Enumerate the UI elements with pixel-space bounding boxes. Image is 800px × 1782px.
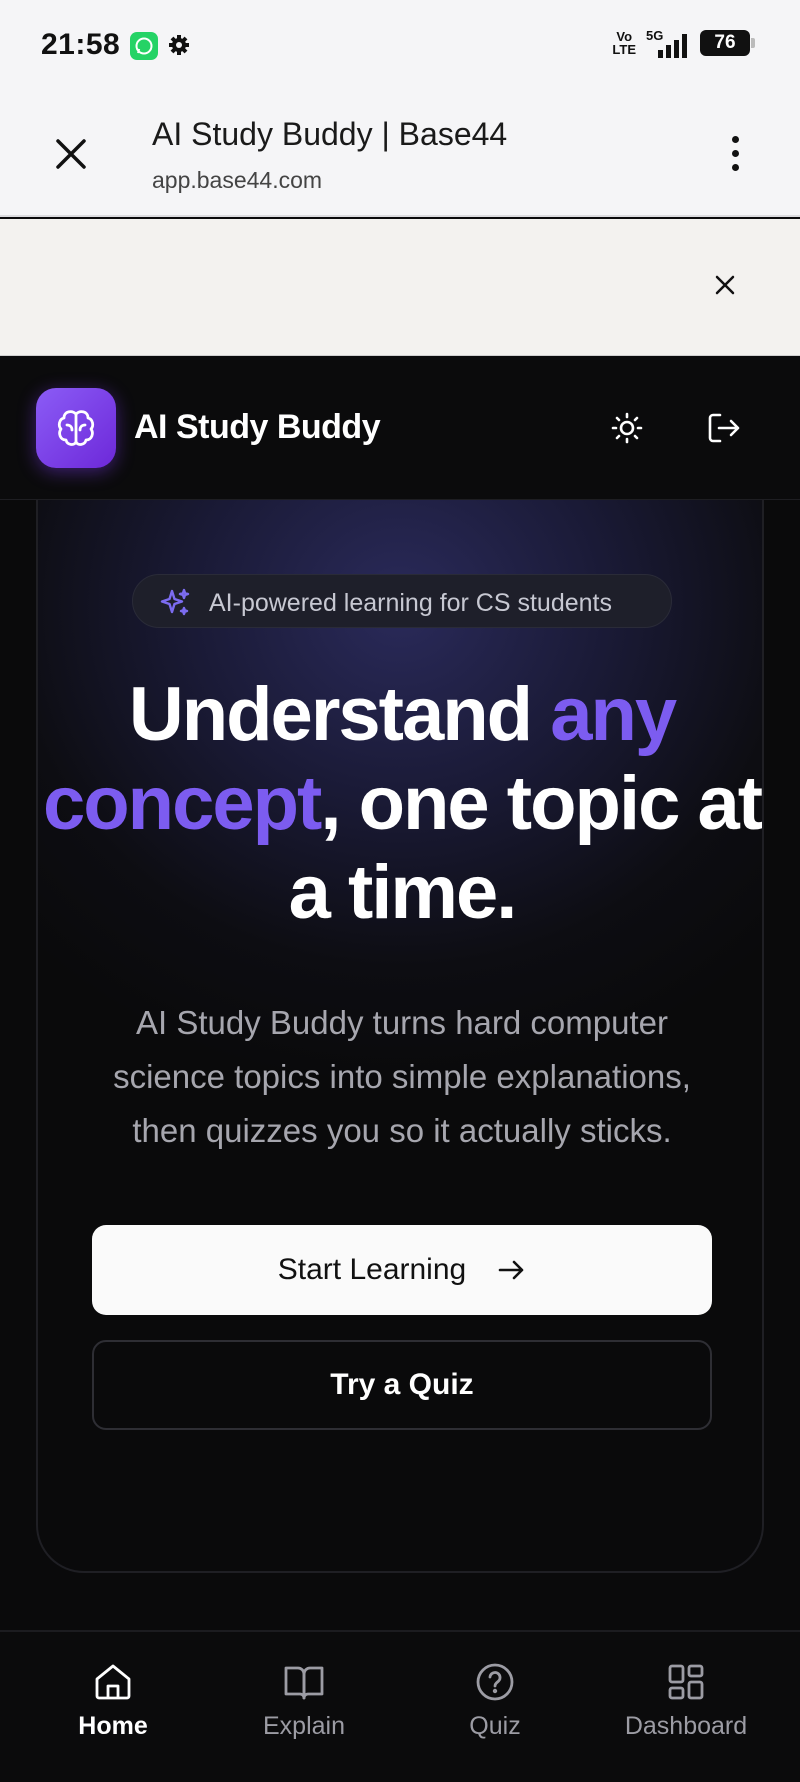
grid-icon bbox=[668, 1664, 704, 1700]
home-icon bbox=[95, 1664, 131, 1700]
bottom-nav: Home Explain Quiz Dashboard bbox=[0, 1630, 800, 1782]
close-tab-icon[interactable] bbox=[52, 135, 90, 173]
badge-text: AI-powered learning for CS students bbox=[209, 589, 612, 617]
browser-page-title: AI Study Buddy | Base44 bbox=[152, 116, 508, 152]
settings-gear-icon bbox=[167, 33, 191, 62]
start-learning-label: Start Learning bbox=[277, 1253, 467, 1286]
sun-icon[interactable] bbox=[605, 406, 649, 450]
more-options-icon[interactable] bbox=[730, 136, 740, 176]
nav-label-quiz: Quiz bbox=[469, 1712, 521, 1740]
hero-card: AI-powered learning for CS students Unde… bbox=[36, 500, 764, 1573]
help-circle-icon bbox=[476, 1663, 514, 1701]
logout-icon[interactable] bbox=[702, 406, 746, 450]
try-quiz-label: Try a Quiz bbox=[330, 1368, 474, 1401]
book-icon bbox=[284, 1666, 324, 1700]
battery-icon: 76 bbox=[700, 30, 755, 56]
feature-badge: AI-powered learning for CS students bbox=[132, 574, 672, 628]
try-quiz-button[interactable]: Try a Quiz bbox=[92, 1340, 712, 1430]
nav-label-home: Home bbox=[78, 1712, 148, 1740]
volte-indicator: Vo LTE bbox=[612, 29, 636, 57]
nav-label-explain: Explain bbox=[263, 1712, 345, 1740]
status-bar: 21:58 Vo LTE 5G 76 bbox=[0, 0, 800, 92]
browser-toolbar: AI Study Buddy | Base44 app.base44.com bbox=[0, 92, 800, 217]
nav-item-explain[interactable]: Explain bbox=[214, 1660, 394, 1741]
headline-part-2: , one topic at a time. bbox=[288, 761, 762, 935]
arrow-right-icon bbox=[498, 1260, 524, 1280]
signal-icon: 5G bbox=[646, 28, 690, 58]
close-banner-icon[interactable] bbox=[712, 272, 738, 298]
brain-logo-icon bbox=[36, 388, 116, 468]
app-header: AI Study Buddy bbox=[0, 356, 800, 500]
start-learning-button[interactable]: Start Learning bbox=[92, 1225, 712, 1315]
whatsapp-icon bbox=[130, 32, 158, 60]
nav-item-quiz[interactable]: Quiz bbox=[405, 1660, 585, 1741]
hero-headline: Understand any concept, one topic at a t… bbox=[38, 670, 762, 937]
status-time: 21:58 bbox=[41, 28, 121, 61]
app-title: AI Study Buddy bbox=[134, 408, 381, 446]
info-banner bbox=[0, 219, 800, 356]
nav-item-home[interactable]: Home bbox=[23, 1660, 203, 1741]
sparkles-icon bbox=[160, 588, 190, 616]
browser-url: app.base44.com bbox=[152, 167, 323, 193]
hero-description: AI Study Buddy turns hard computer scien… bbox=[113, 1004, 691, 1149]
headline-part-1: Understand bbox=[128, 672, 551, 757]
nav-item-dashboard[interactable]: Dashboard bbox=[596, 1660, 776, 1741]
nav-label-dashboard: Dashboard bbox=[624, 1712, 748, 1740]
